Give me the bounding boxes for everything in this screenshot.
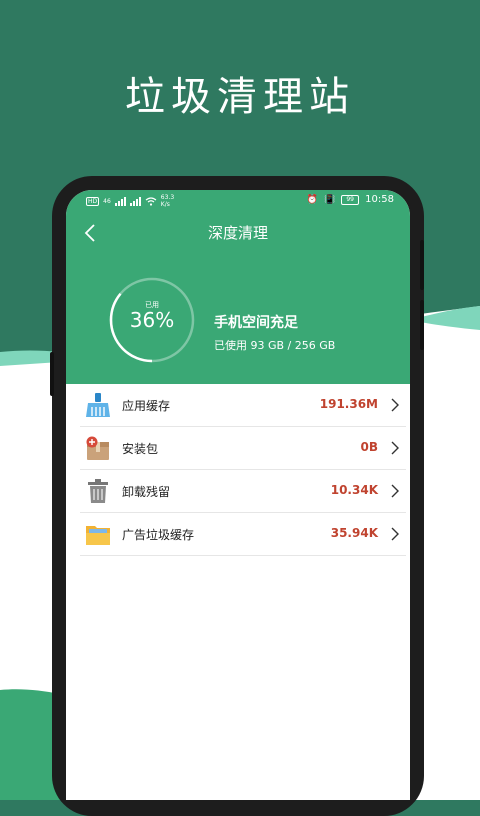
clean-list: 应用缓存 191.36M 安装包 0B 卸载残留 10.34K 广告垃圾缓存 3… xyxy=(80,384,406,556)
list-item-value: 191.36M xyxy=(319,397,378,411)
list-item-ad-junk[interactable]: 广告垃圾缓存 35.94K xyxy=(80,513,406,556)
list-item-label: 安装包 xyxy=(122,442,159,456)
list-item-value: 0B xyxy=(360,440,379,454)
list-item-label: 卸载残留 xyxy=(122,485,171,499)
package-icon xyxy=(86,436,109,460)
list-item-label: 应用缓存 xyxy=(122,399,171,413)
list-item-label: 广告垃圾缓存 xyxy=(122,528,195,542)
page-title: 深度清理 xyxy=(207,224,268,242)
signal-icon xyxy=(114,196,126,206)
chevron-right-icon xyxy=(391,441,399,455)
storage-status-title: 手机空间充足 xyxy=(214,315,298,331)
alarm-icon: ⏰ xyxy=(306,194,318,205)
wifi-icon xyxy=(145,196,157,206)
used-percent: 36% xyxy=(129,308,175,332)
list-item-value: 10.34K xyxy=(330,483,378,497)
phone-screen: HD 46 63.3 K/s ⏰ 📳 99 10:58 深度清理 已用 36% … xyxy=(66,190,410,800)
trash-icon xyxy=(88,479,108,503)
network-speed-unit: K/s xyxy=(160,201,170,208)
status-bar: HD 46 63.3 K/s ⏰ 📳 99 10:58 xyxy=(66,190,410,210)
chevron-right-icon xyxy=(391,398,399,412)
broom-icon xyxy=(86,393,110,417)
phone-side-button xyxy=(420,240,424,290)
network-speed: 63.3 xyxy=(160,194,175,201)
vibrate-icon: 📳 xyxy=(323,194,336,205)
battery-icon: 99 xyxy=(341,194,360,205)
signal-label: 46 xyxy=(103,197,111,205)
signal-icon xyxy=(129,196,141,206)
status-time: 10:58 xyxy=(365,194,394,205)
list-item-uninstall-residue[interactable]: 卸载残留 10.34K xyxy=(80,470,406,513)
list-item-value: 35.94K xyxy=(330,526,378,540)
chevron-right-icon xyxy=(391,527,399,541)
phone-side-button xyxy=(420,300,424,350)
list-item-install-package[interactable]: 安装包 0B xyxy=(80,427,406,470)
phone-side-button xyxy=(50,352,54,396)
list-item-app-cache[interactable]: 应用缓存 191.36M xyxy=(80,384,406,427)
header: HD 46 63.3 K/s ⏰ 📳 99 10:58 深度清理 已用 36% … xyxy=(66,190,410,384)
chevron-right-icon xyxy=(391,484,399,498)
hd-badge: HD xyxy=(86,196,100,206)
folder-icon xyxy=(86,526,110,545)
promo-title: 垃圾清理站 xyxy=(125,74,355,120)
storage-status-sub: 已使用 93 GB / 256 GB xyxy=(214,339,336,352)
